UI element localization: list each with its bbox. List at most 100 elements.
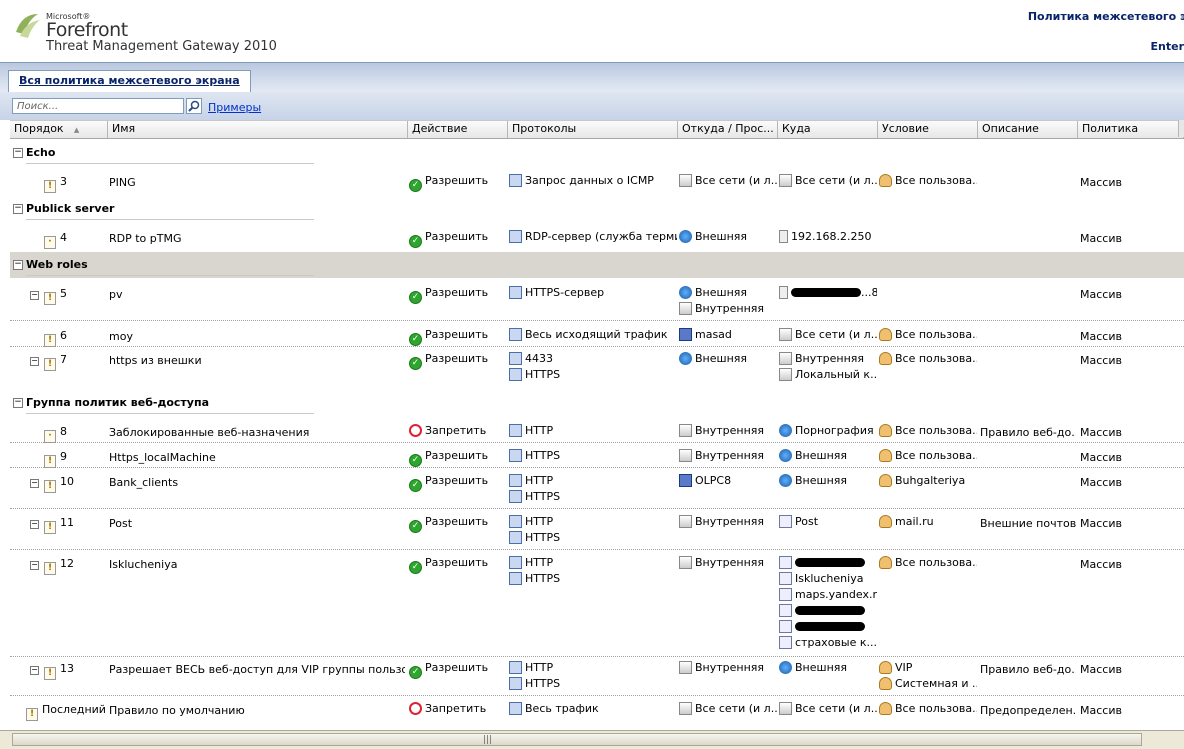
group-divider bbox=[26, 163, 314, 164]
group-divider bbox=[26, 413, 314, 414]
column-header-0[interactable]: Порядок ▲ bbox=[10, 121, 108, 138]
rule-action: ✓Разрешить bbox=[409, 174, 507, 192]
table-row[interactable]: !9Https_localMachine✓РазрешитьHTTPSВнутр… bbox=[10, 443, 1184, 468]
deny-icon bbox=[409, 424, 422, 437]
rule-group[interactable]: −Echo bbox=[10, 140, 1184, 166]
source-label: Внутренняя bbox=[695, 515, 764, 528]
source: Внешняя bbox=[679, 230, 777, 243]
protocol-icon bbox=[509, 556, 522, 569]
source-icon bbox=[679, 302, 692, 315]
collapse-group-icon[interactable]: − bbox=[13, 148, 23, 158]
column-header-6[interactable]: Условие bbox=[878, 121, 978, 138]
column-header-3[interactable]: Протоколы bbox=[508, 121, 678, 138]
collapse-group-icon[interactable]: − bbox=[13, 398, 23, 408]
condition-icon bbox=[879, 328, 892, 341]
column-header-7[interactable]: Описание bbox=[978, 121, 1078, 138]
destination-label: Внутренняя bbox=[795, 352, 864, 365]
column-header-1[interactable]: Имя bbox=[108, 121, 408, 138]
column-header-5[interactable]: Куда bbox=[778, 121, 878, 138]
table-row[interactable]: −!10Bank_clients✓РазрешитьHTTPHTTPSOLPC8… bbox=[10, 468, 1184, 509]
destination-icon bbox=[779, 572, 792, 585]
rule-action-label: Разрешить bbox=[425, 556, 488, 569]
condition: mail.ru bbox=[879, 515, 977, 528]
rule-order: 12 bbox=[60, 557, 74, 570]
rule-action: ✓Разрешить bbox=[409, 515, 507, 533]
table-row[interactable]: !6moy✓РазрешитьВесь исходящий трафикmasa… bbox=[10, 322, 1184, 347]
expand-rule-icon[interactable]: − bbox=[30, 666, 39, 675]
allow-icon: ✓ bbox=[409, 479, 422, 492]
horizontal-scrollbar[interactable]: ||| bbox=[0, 730, 1184, 749]
source-label: OLPC8 bbox=[695, 474, 731, 487]
expand-rule-icon[interactable]: − bbox=[30, 479, 39, 488]
protocol-label: HTTP bbox=[525, 661, 553, 674]
condition-icon bbox=[879, 352, 892, 365]
rule-description: Правило веб-до... bbox=[980, 663, 1076, 676]
column-header-4[interactable]: Откуда / Прос... bbox=[678, 121, 778, 138]
source: Внутренняя bbox=[679, 449, 777, 462]
search-input[interactable]: Поиск... bbox=[12, 98, 184, 114]
source: Все сети (и л... bbox=[679, 174, 777, 187]
order-cell: !3 bbox=[10, 175, 108, 193]
table-row[interactable]: ·8Заблокированные веб-назначенияЗапретит… bbox=[10, 418, 1184, 443]
rule-action-label: Разрешить bbox=[425, 515, 488, 528]
table-row[interactable]: −!12Isklucheniya✓РазрешитьHTTPHTTPSВнутр… bbox=[10, 550, 1184, 657]
protocol: HTTPS-сервер bbox=[509, 286, 677, 299]
column-header-2[interactable]: Действие bbox=[408, 121, 508, 138]
table-row[interactable]: −!5pv✓РазрешитьHTTPS-серверВнешняяВнутре… bbox=[10, 280, 1184, 321]
rule-group[interactable]: −Publick server bbox=[10, 196, 1184, 222]
search-button[interactable] bbox=[186, 98, 202, 114]
table-row[interactable]: !3PING✓РазрешитьЗапрос данных о ICMPВсе … bbox=[10, 168, 1184, 194]
rule-action-label: Запретить bbox=[425, 424, 486, 437]
rule-policy: Массив bbox=[1080, 704, 1180, 717]
scrollbar-thumb[interactable]: ||| bbox=[12, 733, 1142, 746]
redacted-text bbox=[795, 606, 865, 615]
protocol-label: HTTPS bbox=[525, 531, 560, 544]
rule-action-label: Разрешить bbox=[425, 286, 488, 299]
table-row[interactable]: ·4RDP to pTMG✓РазрешитьRDP-сервер (служб… bbox=[10, 224, 1184, 250]
rule-name: Заблокированные веб-назначения bbox=[109, 426, 405, 439]
expand-rule-icon[interactable]: − bbox=[30, 520, 39, 529]
table-row[interactable]: −!7https из внешки✓Разрешить4433HTTPSВне… bbox=[10, 346, 1184, 386]
tab-firewall-policy[interactable]: Вся политика межсетевого экрана bbox=[8, 70, 251, 93]
protocol: HTTPS bbox=[509, 677, 677, 690]
collapse-group-icon[interactable]: − bbox=[13, 204, 23, 214]
condition: Все пользова... bbox=[879, 702, 977, 715]
samples-link[interactable]: Примеры bbox=[208, 101, 261, 114]
protocol-label: Весь трафик bbox=[525, 702, 599, 715]
protocol: HTTP bbox=[509, 515, 677, 528]
rule-group[interactable]: −Web roles bbox=[10, 252, 1184, 278]
rule-action-label: Разрешить bbox=[425, 661, 488, 674]
header-policy-title: Политика межсетевого эк bbox=[1028, 10, 1184, 23]
allow-icon: ✓ bbox=[409, 454, 422, 467]
rule-group[interactable]: −Группа политик веб-доступа bbox=[10, 390, 1184, 416]
protocol: HTTPS bbox=[509, 368, 677, 381]
collapse-group-icon[interactable]: − bbox=[13, 260, 23, 270]
order-cell: −!7 bbox=[10, 353, 108, 371]
column-header-8[interactable]: Политика bbox=[1078, 121, 1184, 138]
table-row[interactable]: −!11Post✓РазрешитьHTTPHTTPSВнутренняяPos… bbox=[10, 509, 1184, 550]
expand-rule-icon[interactable]: − bbox=[30, 291, 39, 300]
source-icon bbox=[679, 230, 692, 243]
group-name: Группа политик веб-доступа bbox=[26, 396, 209, 409]
expand-rule-icon[interactable]: − bbox=[30, 561, 39, 570]
order-cell: !Последний bbox=[10, 703, 108, 721]
condition: Системная и ... bbox=[879, 677, 977, 690]
redacted-text bbox=[795, 622, 865, 631]
table-row[interactable]: −!13Разрешает ВЕСЬ веб-доступ для VIP гр… bbox=[10, 655, 1184, 696]
rule-action-label: Разрешить bbox=[425, 449, 488, 462]
destination: Внутренняя bbox=[779, 352, 877, 365]
allow-icon: ✓ bbox=[409, 291, 422, 304]
destination-label: Внешняя bbox=[795, 449, 847, 462]
destination: Все сети (и л... bbox=[779, 174, 877, 187]
protocol: HTTPS bbox=[509, 572, 677, 585]
rule-policy: Массив bbox=[1080, 476, 1180, 489]
protocol-icon bbox=[509, 661, 522, 674]
condition-label: Все пользова... bbox=[895, 174, 977, 187]
destination-icon bbox=[779, 286, 788, 299]
destination-icon bbox=[779, 368, 792, 381]
source-label: Внутренняя bbox=[695, 661, 764, 674]
source: Внутренняя bbox=[679, 661, 777, 674]
expand-rule-icon[interactable]: − bbox=[30, 357, 39, 366]
table-row[interactable]: !ПоследнийПравило по умолчаниюЗапретитьВ… bbox=[10, 696, 1184, 720]
group-name: Echo bbox=[26, 146, 55, 159]
